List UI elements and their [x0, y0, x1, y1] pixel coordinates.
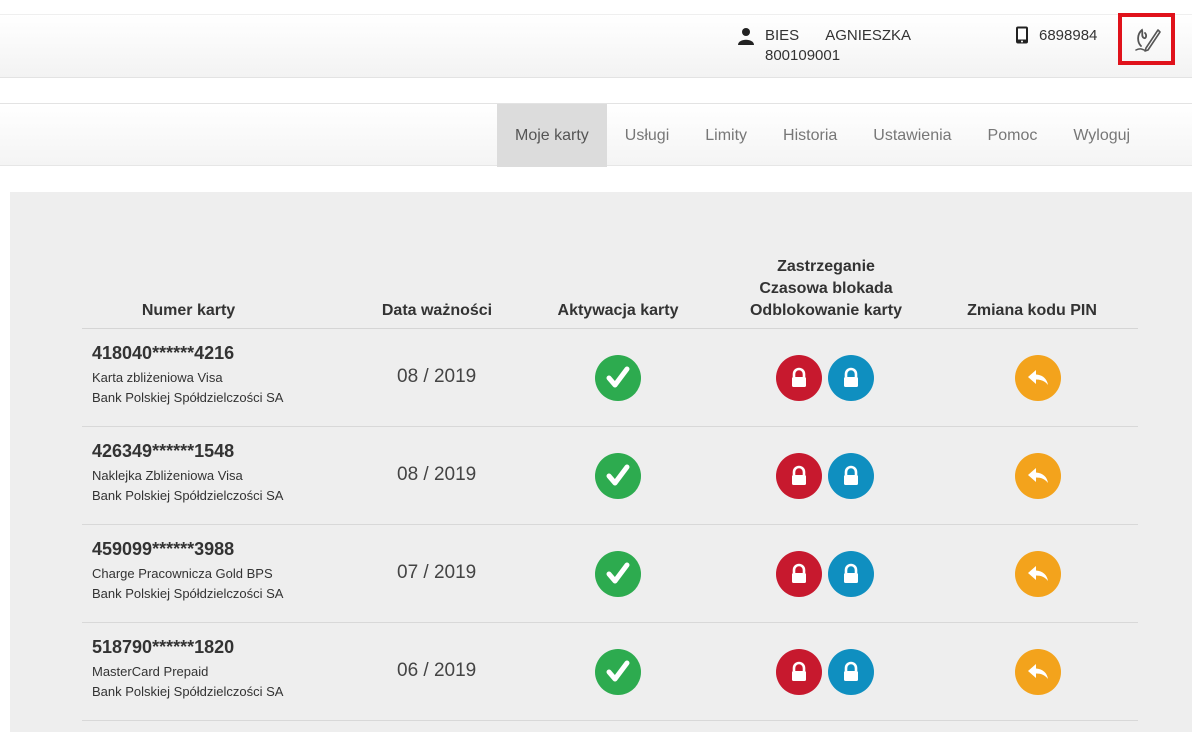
card-number: 418040******4216	[92, 343, 235, 363]
table-row: 459099******3988 Charge Pracownicza Gold…	[82, 525, 1138, 623]
unblock-card-button[interactable]	[828, 551, 874, 597]
cards-panel: Numer karty Data ważności Aktywacja kart…	[10, 192, 1192, 732]
unlock-icon	[844, 563, 858, 583]
header-blocking-line3: Odblokowanie karty	[749, 302, 903, 319]
nav-uslugi[interactable]: Usługi	[607, 104, 687, 167]
main-nav: Moje karty Usługi Limity Historia Ustawi…	[497, 104, 1148, 167]
nav-historia[interactable]: Historia	[765, 104, 855, 167]
activate-card-button[interactable]	[595, 649, 641, 695]
card-info: 459099******3988 Charge Pracownicza Gold…	[92, 538, 283, 604]
lock-icon	[792, 661, 806, 681]
header-blocking: Zastrzeganie Czasowa blokada Odblokowani…	[746, 256, 906, 322]
reply-arrow-icon	[1028, 664, 1048, 679]
reply-arrow-icon	[1028, 566, 1048, 581]
card-name: MasterCard Prepaid	[92, 664, 209, 679]
table-row: 418040******4216 Karta zbliżeniowa Visa …	[82, 329, 1138, 427]
card-info: 426349******1548 Naklejka Zbliżeniowa Vi…	[92, 440, 283, 506]
nav-pomoc[interactable]: Pomoc	[970, 104, 1056, 167]
lock-icon	[792, 465, 806, 485]
header-blocking-line2: Czasowa blokada	[759, 280, 893, 297]
header-expiry: Data ważności	[381, 302, 493, 319]
unblock-card-button[interactable]	[828, 649, 874, 695]
block-card-button[interactable]	[776, 551, 822, 597]
nav-wyloguj[interactable]: Wyloguj	[1055, 104, 1148, 167]
unlock-icon	[844, 367, 858, 387]
reply-arrow-icon	[1028, 370, 1048, 385]
activate-card-button[interactable]	[595, 453, 641, 499]
user-first-name: AGNIESZKA	[825, 27, 912, 44]
checkmark-icon	[606, 562, 630, 584]
lock-icon	[792, 563, 806, 583]
header-activation: Aktywacja karty	[557, 302, 679, 319]
card-name: Naklejka Zbliżeniowa Visa	[92, 468, 243, 483]
card-name: Karta zbliżeniowa Visa	[92, 370, 223, 385]
reply-arrow-icon	[1028, 468, 1048, 483]
card-number: 518790******1820	[92, 637, 235, 657]
unlock-icon	[844, 465, 858, 485]
unlock-icon	[844, 661, 858, 681]
card-expiry: 08 / 2019	[397, 366, 477, 387]
table-row: 518790******1820 MasterCard Prepaid Bank…	[82, 623, 1138, 721]
change-pin-button[interactable]	[1015, 649, 1061, 695]
main-navigation-bar: Moje karty Usługi Limity Historia Ustawi…	[0, 103, 1192, 167]
nav-ustawienia[interactable]: Ustawienia	[855, 104, 969, 167]
table-row: 426349******1548 Naklejka Zbliżeniowa Vi…	[82, 427, 1138, 525]
card-expiry: 07 / 2019	[397, 562, 477, 583]
checkmark-icon	[606, 464, 630, 486]
header-card-number: Numer karty	[141, 302, 236, 319]
header-pin-change: Zmiana kodu PIN	[967, 302, 1097, 319]
lock-icon	[792, 367, 806, 387]
unblock-card-button[interactable]	[828, 355, 874, 401]
nav-limity[interactable]: Limity	[687, 104, 765, 167]
phone-icon	[1016, 26, 1028, 44]
block-card-button[interactable]	[776, 453, 822, 499]
card-bank: Bank Polskiej Spółdzielczości SA	[92, 684, 284, 699]
change-pin-button[interactable]	[1015, 355, 1061, 401]
signature-button[interactable]	[1118, 13, 1175, 65]
card-number: 426349******1548	[92, 441, 235, 461]
checkmark-icon	[606, 366, 630, 388]
card-bank: Bank Polskiej Spółdzielczości SA	[92, 586, 284, 601]
activate-card-button[interactable]	[595, 355, 641, 401]
card-info: 418040******4216 Karta zbliżeniowa Visa …	[92, 342, 283, 408]
change-pin-button[interactable]	[1015, 551, 1061, 597]
unblock-card-button[interactable]	[828, 453, 874, 499]
client-id: 800109001	[765, 47, 841, 64]
top-bar: BIES AGNIESZKA 800109001 6898984	[0, 13, 1192, 78]
card-info: 518790******1820 MasterCard Prepaid Bank…	[92, 636, 283, 702]
header-blocking-line1: Zastrzeganie	[777, 258, 875, 275]
user-info: BIES AGNIESZKA 800109001	[737, 26, 911, 66]
block-card-button[interactable]	[776, 649, 822, 695]
signature-pen-icon	[1134, 28, 1161, 52]
activate-card-button[interactable]	[595, 551, 641, 597]
card-expiry: 08 / 2019	[397, 464, 477, 485]
person-icon	[738, 28, 754, 45]
card-bank: Bank Polskiej Spółdzielczości SA	[92, 390, 284, 405]
card-expiry: 06 / 2019	[397, 660, 477, 681]
change-pin-button[interactable]	[1015, 453, 1061, 499]
card-name: Charge Pracownicza Gold BPS	[92, 566, 273, 581]
phone-info: 6898984	[1015, 26, 1115, 44]
user-surname: BIES	[765, 27, 800, 44]
card-number: 459099******3988	[92, 539, 235, 559]
block-card-button[interactable]	[776, 355, 822, 401]
nav-moje-karty[interactable]: Moje karty	[497, 104, 607, 167]
checkmark-icon	[606, 660, 630, 682]
card-bank: Bank Polskiej Spółdzielczości SA	[92, 488, 284, 503]
phone-number: 6898984	[1039, 26, 1098, 44]
cards-table-header: Numer karty Data ważności Aktywacja kart…	[82, 252, 1138, 329]
